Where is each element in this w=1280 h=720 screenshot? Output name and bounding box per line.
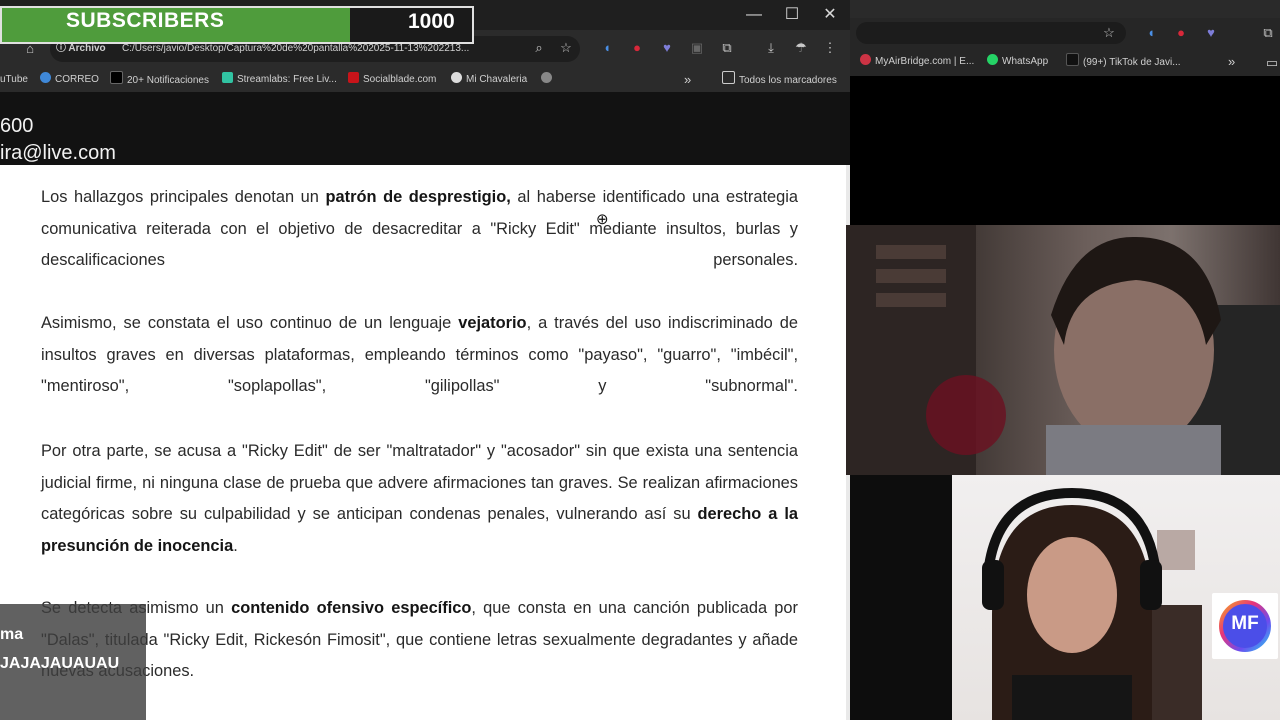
bookmark-label: Socialblade.com bbox=[363, 74, 437, 85]
subscriber-count: 1000 bbox=[408, 10, 455, 33]
bookmark-label: 20+ Notificaciones bbox=[127, 75, 209, 86]
x-icon bbox=[110, 71, 123, 84]
bookmark-globe[interactable] bbox=[541, 71, 556, 89]
paragraph-1-text: Los hallazgos principales denotan un bbox=[41, 188, 326, 206]
extension-red-icon[interactable]: ● bbox=[1171, 23, 1191, 43]
extension-audio-icon[interactable]: ◖ bbox=[1141, 23, 1161, 43]
bookmark-myairbridge[interactable]: MyAirBridge.com | E... bbox=[860, 53, 974, 71]
mail-icon bbox=[40, 72, 51, 83]
bookmark-label: Mi Chavaleria bbox=[466, 74, 528, 85]
extension-heart-icon[interactable]: ♥ bbox=[657, 38, 677, 58]
bookmark-label: MyAirBridge.com | E... bbox=[875, 56, 975, 67]
profile-icon[interactable]: ☂ bbox=[791, 38, 811, 58]
paragraph-1-bold: patrón de desprestigio, bbox=[325, 188, 511, 206]
extensions-icon[interactable]: ⧉ bbox=[1258, 23, 1278, 43]
second-address-bar[interactable] bbox=[856, 22, 1126, 44]
minimize-button[interactable]: — bbox=[735, 2, 773, 28]
bookmark-correo[interactable]: CORREO bbox=[40, 71, 99, 89]
zoom-cursor-icon: ⊕ bbox=[596, 211, 609, 228]
more-bookmarks-icon[interactable]: » bbox=[1228, 53, 1235, 71]
all-bookmarks-label: Todos los marcadores bbox=[739, 75, 837, 86]
zoom-icon[interactable]: ⌕ bbox=[529, 38, 549, 58]
paragraph-4-bold: contenido ofensivo específico bbox=[231, 599, 472, 617]
paragraph-2-text: Asimismo, se constata el uso continuo de… bbox=[41, 314, 459, 332]
extension-heart-icon[interactable]: ♥ bbox=[1201, 23, 1221, 43]
subscriber-label: SUBSCRIBERS bbox=[66, 9, 225, 32]
webcam-streamer bbox=[846, 225, 1280, 475]
tiktok-icon bbox=[1066, 53, 1079, 66]
second-browser-tabs bbox=[850, 0, 1280, 18]
paragraph-3-text: Por otra parte, se acusa a "Ricky Edit" … bbox=[41, 442, 798, 523]
whatsapp-icon bbox=[987, 54, 998, 65]
folder-icon bbox=[722, 71, 735, 84]
close-button[interactable]: ✕ bbox=[811, 2, 849, 28]
extensions-icon[interactable]: ⧉ bbox=[717, 38, 737, 58]
extension-audio-icon[interactable]: ◖ bbox=[597, 38, 617, 58]
bookmark-label: WhatsApp bbox=[1002, 56, 1049, 67]
bookmark-whatsapp[interactable]: WhatsApp bbox=[987, 53, 1048, 71]
bookmark-tiktok[interactable]: (99+) TikTok de Javi... bbox=[1066, 53, 1181, 71]
contact-number: 600 bbox=[0, 115, 34, 137]
bookmark-mi-chavaleria[interactable]: Mi Chavaleria bbox=[451, 71, 527, 89]
document-header-area bbox=[0, 92, 850, 165]
paragraph-3-text-end: . bbox=[233, 536, 238, 555]
extension-red-icon[interactable]: ● bbox=[627, 38, 647, 58]
extension-grey-icon[interactable]: ▣ bbox=[687, 38, 707, 58]
socialblade-icon bbox=[348, 72, 359, 83]
chat-message: JAJAJAUAUAU bbox=[0, 655, 120, 672]
paragraph-4: Se detecta asimismo un contenido ofensiv… bbox=[41, 593, 798, 688]
bookmark-label: CORREO bbox=[55, 74, 99, 85]
more-bookmarks-icon[interactable]: » bbox=[684, 71, 691, 89]
bookmark-socialblade[interactable]: Socialblade.com bbox=[348, 71, 436, 89]
bookmark-streamlabs[interactable]: Streamlabs: Free Liv... bbox=[222, 71, 337, 89]
webcam-streamer-scene bbox=[846, 225, 1280, 475]
folder-icon[interactable]: ▭ bbox=[1262, 53, 1280, 73]
contact-email: ira@live.com bbox=[0, 142, 116, 164]
mf-logo-text: MF bbox=[1231, 613, 1259, 634]
paragraph-1: Los hallazgos principales denotan un pat… bbox=[41, 182, 798, 277]
mf-logo: MF bbox=[1212, 593, 1278, 659]
bookmark-star-icon[interactable]: ☆ bbox=[1099, 23, 1119, 43]
globe-icon bbox=[541, 72, 552, 83]
bookmark-label: Streamlabs: Free Liv... bbox=[237, 74, 337, 85]
all-bookmarks[interactable]: Todos los marcadores bbox=[722, 71, 837, 89]
chavaleria-icon bbox=[451, 72, 462, 83]
download-icon[interactable]: ⤓ bbox=[761, 38, 781, 58]
chat-username: ma bbox=[0, 626, 24, 643]
paragraph-2: Asimismo, se constata el uso continuo de… bbox=[41, 308, 798, 403]
file-chip-label: Archivo bbox=[68, 43, 106, 54]
streamlabs-icon bbox=[222, 72, 233, 83]
myairbridge-icon bbox=[860, 54, 871, 65]
maximize-button[interactable]: ☐ bbox=[773, 2, 811, 28]
bookmark-label: uTube bbox=[0, 74, 28, 85]
info-icon: ⓘ bbox=[56, 43, 69, 54]
menu-icon[interactable]: ⋮ bbox=[820, 38, 840, 58]
bookmark-x-notifications[interactable]: 20+ Notificaciones bbox=[110, 71, 209, 89]
bookmark-star-icon[interactable]: ☆ bbox=[556, 38, 576, 58]
paragraph-3: Por otra parte, se acusa a "Ricky Edit" … bbox=[41, 436, 798, 562]
paragraph-2-bold: vejatorio bbox=[458, 314, 527, 332]
bookmark-label: (99+) TikTok de Javi... bbox=[1083, 57, 1181, 68]
bookmark-youtube[interactable]: uTube bbox=[0, 71, 28, 89]
